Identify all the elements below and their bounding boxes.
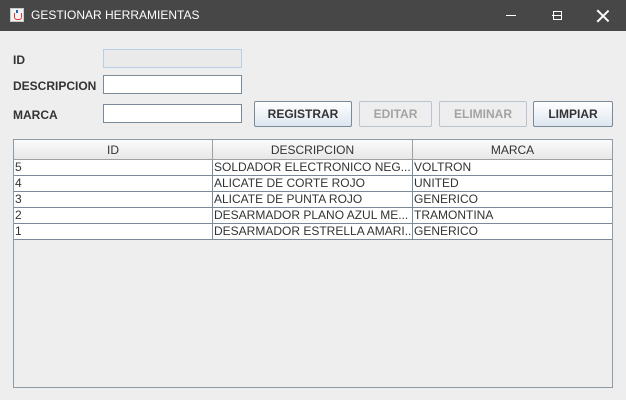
minimize-icon [506, 15, 516, 16]
minimize-button[interactable] [488, 0, 534, 31]
marca-field[interactable] [103, 104, 242, 123]
table-body: 5 SOLDADOR ELECTRONICO NEG... VOLTRON 4 … [14, 160, 612, 240]
cell-marca: GENERICO [414, 224, 479, 238]
cell-descripcion: SOLDADOR ELECTRONICO NEG... [213, 160, 413, 175]
descripcion-field[interactable] [103, 75, 242, 94]
table-row[interactable]: 3 ALICATE DE PUNTA ROJO GENERICO [14, 192, 612, 208]
editar-button[interactable]: EDITAR [359, 101, 432, 127]
id-label: ID [13, 53, 25, 67]
marca-label: MARCA [13, 108, 58, 122]
cell-marca: UNITED [414, 176, 459, 190]
herramientas-table[interactable]: ID DESCRIPCION MARCA 5 SOLDADOR ELECTRON… [13, 139, 613, 388]
cell-descripcion: ALICATE DE CORTE ROJO [213, 176, 413, 191]
cell-id: 5 [14, 160, 213, 175]
eliminar-button[interactable]: ELIMINAR [439, 101, 527, 127]
column-header-id[interactable]: ID [14, 140, 213, 159]
table-row[interactable]: 5 SOLDADOR ELECTRONICO NEG... VOLTRON [14, 160, 612, 176]
table-row[interactable]: 1 DESARMADOR ESTRELLA AMARI... GENERICO [14, 224, 612, 240]
cell-id: 3 [14, 192, 213, 207]
column-header-marca[interactable]: MARCA [413, 140, 612, 159]
cell-descripcion: DESARMADOR PLANO AZUL ME... [213, 208, 413, 223]
cell-marca: VOLTRON [414, 160, 472, 174]
descripcion-label: DESCRIPCION [13, 79, 97, 93]
cell-marca: TRAMONTINA [414, 208, 494, 222]
cell-id: 4 [14, 176, 213, 191]
cell-id: 2 [14, 208, 213, 223]
cell-descripcion: DESARMADOR ESTRELLA AMARI... [214, 224, 413, 239]
limpiar-button[interactable]: LIMPIAR [533, 101, 613, 127]
column-header-descripcion[interactable]: DESCRIPCION [213, 140, 413, 159]
close-button[interactable] [580, 0, 626, 31]
maximize-button[interactable] [534, 0, 580, 31]
table-header: ID DESCRIPCION MARCA [14, 140, 612, 160]
close-icon [597, 10, 609, 22]
registrar-button[interactable]: REGISTRAR [254, 101, 352, 127]
id-field[interactable] [103, 49, 242, 68]
table-row[interactable]: 4 ALICATE DE CORTE ROJO UNITED [14, 176, 612, 192]
cell-descripcion: ALICATE DE PUNTA ROJO [213, 192, 413, 207]
java-app-icon [10, 8, 24, 22]
cell-marca: GENERICO [414, 192, 479, 206]
cell-id: 1 [14, 224, 213, 239]
maximize-icon [552, 11, 562, 20]
window-title: GESTIONAR HERRAMIENTAS [31, 8, 200, 22]
table-row[interactable]: 2 DESARMADOR PLANO AZUL ME... TRAMONTINA [14, 208, 612, 224]
